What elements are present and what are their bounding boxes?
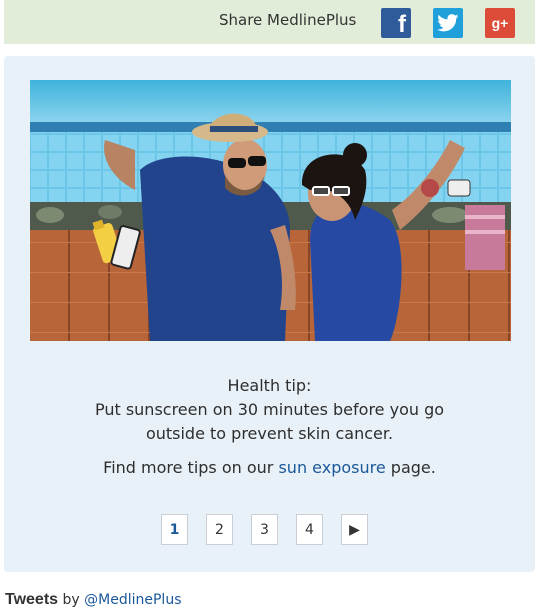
tweets-by: by [62,592,80,608]
sun-exposure-link[interactable]: sun exposure [278,458,385,477]
page-button-2[interactable]: 2 [206,514,233,545]
more-tips-text: Find more tips on our sun exposure page. [4,458,535,477]
tweets-label: Tweets [5,591,59,608]
tip-line-1: Put sunscreen on 30 minutes before you g… [94,400,445,419]
twitter-handle-link[interactable]: @MedlinePlus [84,592,181,608]
tip-heading: Health tip: [227,376,312,395]
googleplus-icon[interactable]: g+ [485,8,515,38]
sunbathing-couple-photo [30,80,511,341]
twitter-icon[interactable] [433,8,463,38]
facebook-icon[interactable]: f [381,8,411,38]
share-bar: Share MedlinePlus f g+ [4,0,535,44]
share-label: Share MedlinePlus [219,11,357,29]
twitter-bird-icon [437,14,459,32]
carousel-pager: 1 2 3 4 ▶ [161,514,368,545]
tip-line-2: outside to prevent skin cancer. [145,424,394,443]
health-tip-carousel: Health tip: Put sunscreen on 30 minutes … [4,56,535,572]
googleplus-glyph: g+ [491,15,509,31]
next-arrow-icon[interactable]: ▶ [341,514,368,545]
page-button-4[interactable]: 4 [296,514,323,545]
facebook-glyph: f [398,11,406,38]
health-tip: Health tip: Put sunscreen on 30 minutes … [4,374,535,446]
page-button-1[interactable]: 1 [161,514,188,545]
tweets-header: Tweets by @MedlinePlus [5,591,181,609]
page-button-3[interactable]: 3 [251,514,278,545]
more-prefix: Find more tips on our [103,458,279,477]
more-suffix: page. [385,458,436,477]
